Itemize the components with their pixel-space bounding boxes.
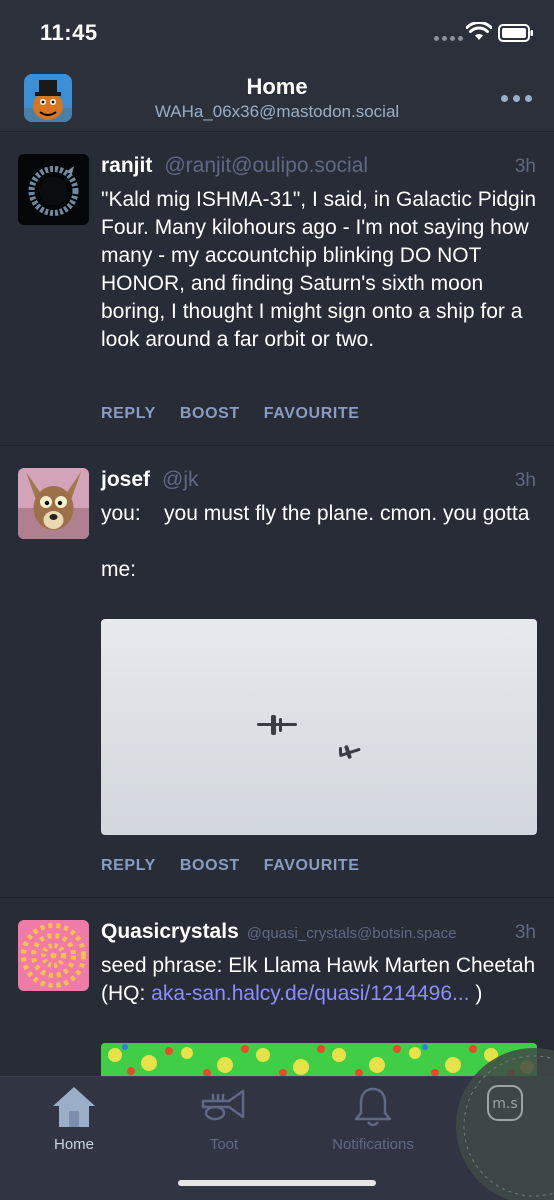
- status-content: seed phrase: Elk Llama Hawk Marten Cheet…: [101, 952, 537, 1008]
- cellular-signal-icon: [434, 36, 463, 41]
- status-actions: REPLY BOOST FAVOURITE: [101, 405, 384, 423]
- status-content: "Kald mig ISHMA-31", I said, in Galactic…: [101, 188, 542, 351]
- home-indicator[interactable]: [178, 1180, 376, 1186]
- tab-notifications[interactable]: Notifications: [313, 1085, 433, 1153]
- status-timestamp[interactable]: 3h: [515, 922, 536, 944]
- boost-button[interactable]: BOOST: [180, 405, 240, 423]
- reply-button[interactable]: REPLY: [101, 405, 156, 423]
- bell-icon: [354, 1087, 392, 1127]
- status-timestamp[interactable]: 3h: [515, 156, 536, 178]
- home-icon: [53, 1087, 95, 1127]
- avatar[interactable]: [18, 468, 89, 539]
- tab-label: Toot: [209, 1136, 239, 1153]
- wifi-icon: [466, 22, 492, 40]
- ms-badge: m.s: [444, 1046, 554, 1200]
- avatar[interactable]: [18, 154, 89, 225]
- account-handle: WAHa_06x36@mastodon.social: [154, 102, 400, 121]
- battery-icon: [498, 24, 533, 42]
- status-author[interactable]: josef @jk: [101, 468, 199, 492]
- tab-label: Home: [53, 1136, 94, 1153]
- clock: 11:45: [40, 20, 98, 45]
- display-name: Quasicrystals: [101, 920, 239, 943]
- display-name: ranjit: [101, 154, 153, 177]
- status-timestamp[interactable]: 3h: [515, 470, 536, 492]
- favourite-button[interactable]: FAVOURITE: [264, 857, 360, 875]
- navigation-header: Home WAHa_06x36@mastodon.social: [0, 66, 554, 132]
- status-text-end: ): [469, 982, 483, 1005]
- page-title: Home: [246, 74, 308, 99]
- display-name: josef: [101, 468, 151, 491]
- tab-home[interactable]: Home: [14, 1085, 134, 1153]
- app-screen: 11:45 Home WAHa_06x36@mastodon.social ra…: [0, 0, 554, 1200]
- reply-button[interactable]: REPLY: [101, 857, 156, 875]
- status-card[interactable]: ranjit @ranjit@oulipo.social 3h "Kald mig…: [0, 132, 554, 446]
- account-handle: @ranjit@oulipo.social: [164, 154, 369, 177]
- ms-badge-text: m.s: [492, 1096, 517, 1112]
- status-author[interactable]: Quasicrystals @quasi_crystals@botsin.spac…: [101, 920, 456, 944]
- trumpet-icon: [201, 1089, 245, 1121]
- media-attachment[interactable]: [101, 619, 537, 835]
- status-content: you: you must fly the plane. cmon. you g…: [101, 502, 530, 581]
- status-link[interactable]: aka-san.halcy.de/quasi/1214496...: [151, 982, 469, 1005]
- status-author[interactable]: ranjit @ranjit@oulipo.social: [101, 154, 368, 178]
- account-handle: @quasi_crystals@botsin.space: [246, 925, 457, 942]
- status-actions: REPLY BOOST FAVOURITE: [101, 857, 384, 875]
- tab-toot[interactable]: Toot: [164, 1085, 284, 1153]
- more-options-button[interactable]: [496, 88, 536, 108]
- avatar[interactable]: [18, 920, 89, 991]
- account-handle: @jk: [162, 468, 199, 491]
- ios-status-bar: 11:45: [0, 0, 554, 66]
- favourite-button[interactable]: FAVOURITE: [264, 405, 360, 423]
- boost-button[interactable]: BOOST: [180, 857, 240, 875]
- tab-label: Notifications: [332, 1136, 414, 1153]
- status-card[interactable]: josef @jk 3h you: you must fly the plane.…: [0, 446, 554, 898]
